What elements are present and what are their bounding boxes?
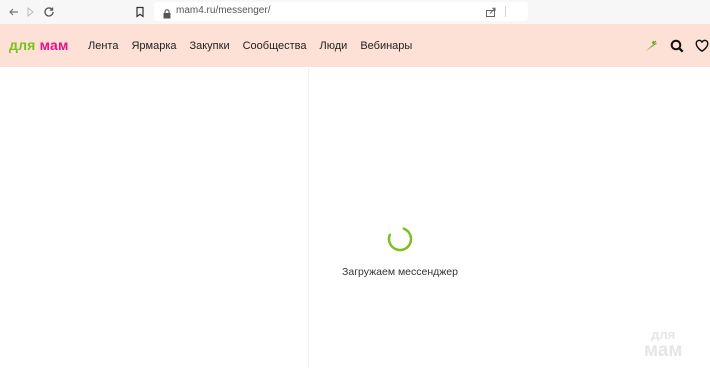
site-header: для мам Лента Ярмарка Закупки Сообщества… <box>0 24 710 67</box>
main-menu: Лента Ярмарка Закупки Сообщества Люди Ве… <box>88 40 425 52</box>
lock-icon <box>163 6 171 24</box>
messenger-area <box>0 67 710 368</box>
search-icon[interactable] <box>669 38 685 54</box>
menu-item-people[interactable]: Люди <box>320 40 348 52</box>
carrot-icon[interactable] <box>643 38 659 54</box>
reload-icon[interactable] <box>41 4 57 20</box>
bookmark-icon[interactable] <box>132 4 148 20</box>
url-text[interactable]: mam4.ru/messenger/ <box>176 5 270 16</box>
site-logo[interactable]: для мам <box>9 37 69 53</box>
logo-part-2: мам <box>39 37 69 53</box>
back-arrow-icon[interactable] <box>6 4 22 20</box>
browser-toolbar: mam4.ru/messenger/ <box>0 0 710 24</box>
loading-text: Загружаем мессенджер <box>342 266 458 278</box>
share-icon[interactable] <box>485 5 497 23</box>
menu-item-fair[interactable]: Ярмарка <box>131 40 176 52</box>
loading-spinner-icon <box>385 224 415 259</box>
menu-item-purchases[interactable]: Закупки <box>189 40 229 52</box>
watermark-logo: для мам <box>644 328 682 360</box>
menu-item-feed[interactable]: Лента <box>88 40 118 52</box>
logo-part-1: для <box>9 37 36 53</box>
heart-icon[interactable] <box>694 38 710 54</box>
menu-item-communities[interactable]: Сообщества <box>243 40 307 52</box>
watermark-line-2: мам <box>644 340 683 361</box>
menu-item-webinars[interactable]: Вебинары <box>360 40 412 52</box>
address-divider <box>505 6 506 17</box>
forward-arrow-icon[interactable] <box>22 4 38 20</box>
column-divider <box>308 67 309 368</box>
